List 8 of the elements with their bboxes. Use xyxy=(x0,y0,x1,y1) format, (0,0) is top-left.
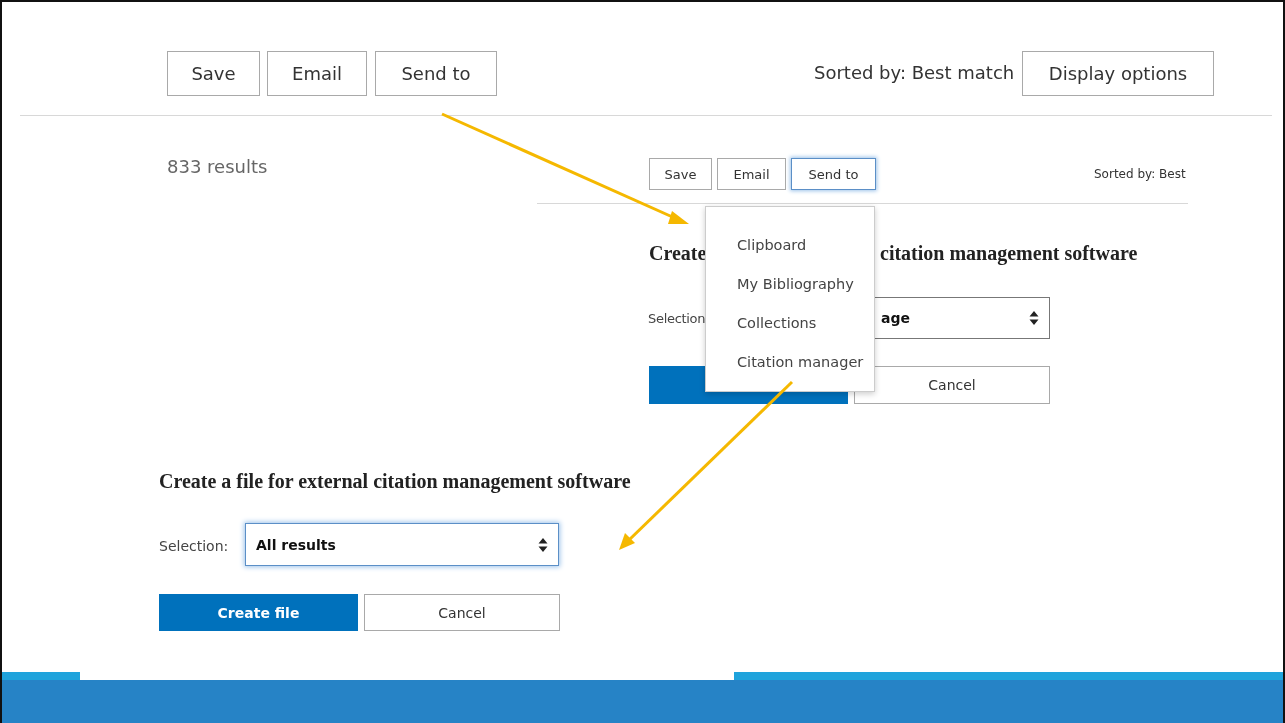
form-heading: citation management software xyxy=(880,242,1138,265)
sort-label: Sorted by: Best match xyxy=(814,62,1015,83)
form-heading: Create a file for external citation management software xyxy=(159,470,631,493)
form-heading: Create xyxy=(649,242,707,265)
selection-label: Selection: xyxy=(159,538,229,554)
selection-label: Selection xyxy=(648,311,706,326)
results-count: 833 results xyxy=(167,156,268,177)
sort-label: Sorted by: Best xyxy=(1094,167,1186,181)
